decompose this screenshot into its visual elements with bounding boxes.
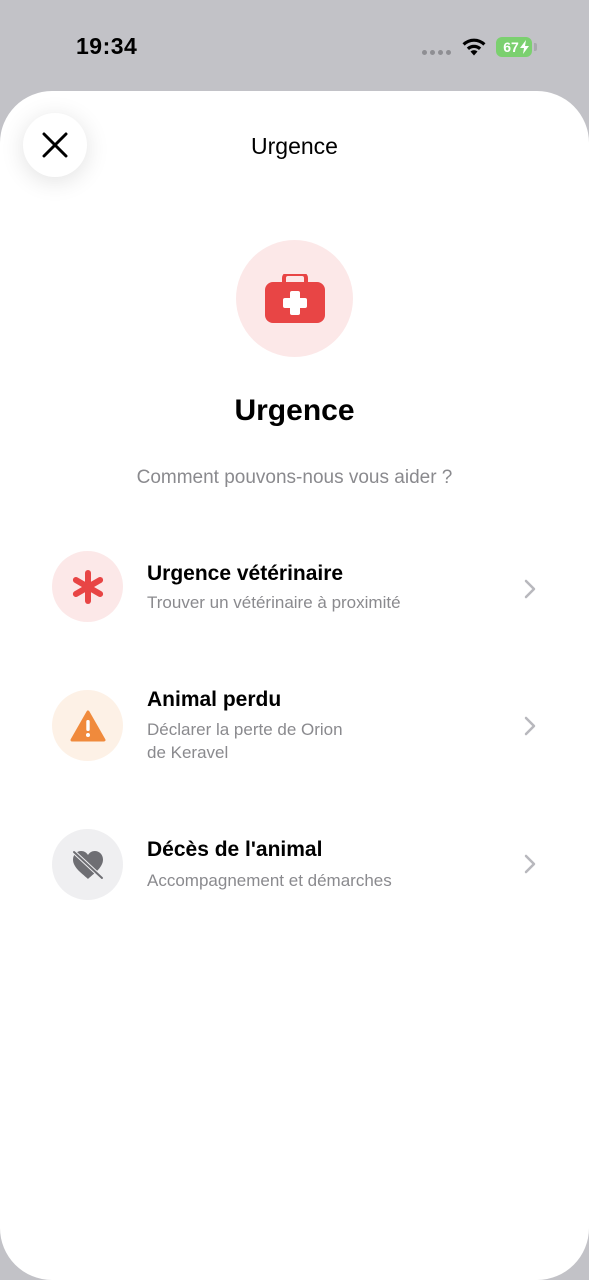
warning-icon [70, 710, 105, 741]
option-veterinary-emergency[interactable]: Urgence vétérinaire Trouver un vétérinai… [0, 536, 589, 636]
hero-subtitle: Comment pouvons-nous vous aider ? [136, 467, 453, 488]
status-bar: 19:34 67 [0, 0, 589, 92]
option-title: Animal perdu [147, 688, 282, 711]
asterisk-icon [72, 569, 103, 604]
charging-bolt-icon [520, 40, 529, 54]
battery-cap [534, 43, 537, 51]
chevron-right-icon [524, 579, 536, 599]
emergency-sheet: Urgence Urgence Comment pouvons-nous vou… [0, 91, 589, 1280]
option-title: Décès de l'animal [147, 838, 323, 861]
option-animal-death[interactable]: Décès de l'animal Accompagnement et déma… [0, 816, 589, 916]
option-title: Urgence vétérinaire [147, 562, 344, 585]
hero-icon-circle [236, 240, 353, 357]
cellular-signal-icon [422, 50, 451, 55]
option-subtitle: Accompagnement et démarches [147, 871, 392, 890]
option-subtitle: Trouver un vétérinaire à proximité [147, 593, 401, 612]
option-icon-circle [52, 829, 123, 900]
option-subtitle-line2: de Keravel [147, 743, 229, 762]
first-aid-kit-icon [264, 273, 325, 323]
hero-title: Urgence [234, 394, 355, 427]
chevron-right-icon [524, 716, 536, 736]
option-icon-circle [52, 551, 123, 622]
option-icon-circle [52, 690, 123, 761]
option-lost-animal[interactable]: Animal perdu Déclarer la perte de Orion … [0, 676, 589, 786]
battery-level: 67 [503, 39, 519, 55]
option-subtitle-line1: Déclarer la perte de Orion [147, 720, 343, 739]
nav-title: Urgence [251, 133, 338, 159]
battery-indicator: 67 [496, 37, 532, 57]
chevron-right-icon [524, 854, 536, 874]
wifi-icon [462, 38, 486, 56]
broken-heart-icon [71, 849, 104, 880]
status-time: 19:34 [76, 33, 138, 59]
